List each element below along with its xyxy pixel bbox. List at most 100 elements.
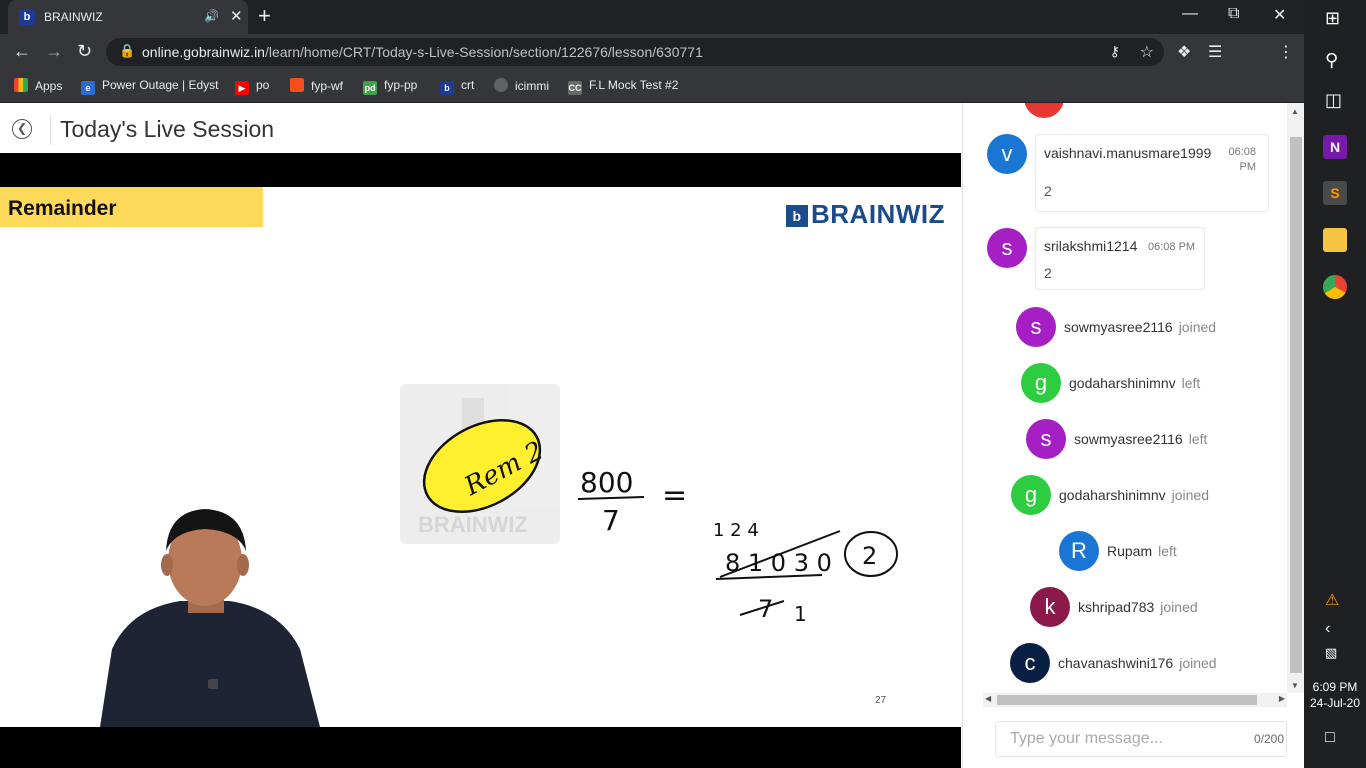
bookmark-fyp-pp[interactable]: pd fyp-pp [363, 78, 417, 95]
scroll-left-icon[interactable]: ◀ [985, 694, 991, 703]
chat-panel: v vaishnavi.manusmare1999 06:08 PM 2 s s… [962, 103, 1304, 768]
browser-tab[interactable]: b BRAINWIZ 🔊 ✕ [8, 0, 248, 34]
bookmark-icimmi[interactable]: icimmi [494, 78, 549, 93]
page-content: ❮ Today's Live Session Remainder b BRAINW… [0, 103, 1304, 768]
avatar: c [1010, 643, 1050, 683]
figma-icon [290, 78, 304, 92]
message-input[interactable] [1010, 730, 1230, 748]
tab-close-icon[interactable]: ✕ [230, 7, 243, 25]
brainwiz-favicon-icon: b [19, 9, 35, 25]
header-divider [50, 115, 51, 145]
cc-icon: CC [568, 81, 582, 95]
avatar: s [1016, 307, 1056, 347]
brainwiz-icon: b [440, 81, 454, 95]
action-center-icon[interactable]: □ [1325, 729, 1335, 747]
restore-icon[interactable]: ⧉ [1228, 5, 1239, 23]
bookmark-star-icon[interactable]: ☆ [1140, 42, 1154, 62]
page-title: Today's Live Session [60, 116, 275, 142]
bookmarks-bar: Apps e Power Outage | Edyst ▶ po fyp-wf pd… [0, 70, 1304, 103]
char-counter: 0/200 [1253, 732, 1284, 746]
key-icon[interactable]: ⚷ [1110, 43, 1120, 60]
chat-horizontal-scrollbar[interactable]: ◀ ▶ [983, 693, 1287, 707]
apps-grid-icon [14, 78, 28, 92]
url-text: online.gobrainwiz.in/learn/home/CRT/Toda… [142, 44, 703, 60]
message-username: vaishnavi.manusmare1999 [1044, 145, 1212, 161]
avatar: R [1059, 531, 1099, 571]
bookmark-po[interactable]: ▶ po [235, 78, 269, 95]
pd-icon: pd [363, 81, 377, 95]
message-username: srilakshmi1214 [1044, 238, 1138, 254]
task-view-icon[interactable]: ◫ [1325, 90, 1342, 111]
battery-wifi-icon[interactable]: ▧ [1325, 645, 1337, 661]
reduced-number: 8 1 0 3 0 [725, 549, 832, 577]
fraction-denominator: 7 [602, 504, 620, 537]
address-bar[interactable]: 🔒 online.gobrainwiz.in/learn/home/CRT/To… [106, 38, 1164, 66]
edge-icon: e [81, 81, 95, 95]
extensions-puzzle-icon[interactable]: ❖ [1177, 42, 1191, 62]
clock-time: 6:09 PM [1312, 680, 1358, 694]
tab-title: BRAINWIZ [44, 10, 103, 24]
audio-playing-icon[interactable]: 🔊 [204, 9, 219, 23]
slide-page-number: 27 [875, 695, 887, 706]
message-text: 2 [1044, 183, 1052, 199]
browser-toolbar: ← → ↻ 🔒 online.gobrainwiz.in/learn/home/… [0, 34, 1304, 96]
globe-icon [494, 78, 508, 92]
bookmark-crt[interactable]: b crt [440, 78, 474, 95]
lecture-slide: Remainder b BRAINWIZ BRAINWIZ Rem 2 800 7… [0, 187, 961, 727]
windows-taskbar: ⊞ ⚲ ◫ N S ⚠ ‹ ▧ 6:09 PM 24-Jul-20 □ [1304, 0, 1366, 768]
fraction-numerator: 800 [580, 466, 633, 499]
message-time: 06:08 PM [1148, 241, 1196, 253]
chat-vertical-scrollbar[interactable]: ▲ ▼ [1287, 103, 1304, 693]
back-arrow-icon[interactable]: ← [13, 41, 31, 62]
page-header: ❮ Today's Live Session [0, 103, 961, 153]
avatar: s [1026, 419, 1066, 459]
menu-kebab-icon[interactable]: ⋮ [1278, 42, 1294, 62]
chrome-icon[interactable] [1323, 275, 1347, 299]
window-close-icon[interactable]: ✕ [1273, 5, 1286, 25]
youtube-icon: ▶ [235, 81, 249, 95]
lock-icon[interactable]: 🔒 [119, 43, 135, 59]
answer-digit: 2 [862, 542, 877, 570]
reload-icon[interactable]: ↻ [77, 41, 92, 62]
chat-message: vaishnavi.manusmare1999 06:08 PM 2 [1035, 134, 1269, 212]
avatar: k [1030, 587, 1070, 627]
equals-sign: = [662, 478, 687, 513]
video-player[interactable]: Remainder b BRAINWIZ BRAINWIZ Rem 2 800 7… [0, 153, 961, 768]
scroll-thumb[interactable] [997, 695, 1257, 705]
message-compose: 0/200 [995, 721, 1287, 757]
bookmark-fyp-wf[interactable]: fyp-wf [290, 78, 343, 93]
message-text: 2 [1044, 265, 1052, 281]
tab-strip: b BRAINWIZ 🔊 ✕ + — ⧉ ✕ [0, 0, 1304, 34]
bookmark-apps[interactable]: Apps [14, 78, 62, 93]
avatar [1024, 103, 1064, 118]
search-icon[interactable]: ⚲ [1325, 50, 1338, 71]
scroll-up-icon[interactable]: ▲ [1291, 107, 1299, 116]
media-queue-icon[interactable]: ☰ [1208, 42, 1222, 62]
new-tab-icon[interactable]: + [258, 3, 271, 29]
carry-marks: 1 2 4 [713, 520, 759, 541]
chat-message: srilakshmi1214 06:08 PM 2 [1035, 227, 1205, 290]
avatar: g [1021, 363, 1061, 403]
windows-start-icon[interactable]: ⊞ [1325, 8, 1340, 29]
bookmark-fl-mock[interactable]: CC F.L Mock Test #2 [568, 78, 678, 95]
instructor-video-feed [100, 509, 320, 727]
avatar: v [987, 134, 1027, 174]
avatar: s [987, 228, 1027, 268]
taskbar-clock[interactable]: 6:09 PM 24-Jul-20 [1304, 679, 1366, 711]
quotient-digit: 1 [794, 602, 807, 626]
avatar: g [1011, 475, 1051, 515]
forward-arrow-icon[interactable]: → [45, 41, 63, 62]
notification-warning-icon[interactable]: ⚠ [1325, 590, 1339, 610]
scroll-right-icon[interactable]: ▶ [1279, 694, 1285, 703]
scroll-thumb[interactable] [1290, 137, 1302, 673]
bookmark-power-outage[interactable]: e Power Outage | Edyst [81, 78, 219, 95]
onenote-icon[interactable]: N [1323, 135, 1347, 159]
tray-chevron-icon[interactable]: ‹ [1325, 620, 1330, 638]
chat-message-list[interactable]: v vaishnavi.manusmare1999 06:08 PM 2 s s… [963, 103, 1287, 693]
back-button[interactable]: ❮ [12, 119, 32, 139]
sublime-icon[interactable]: S [1323, 181, 1347, 205]
scroll-down-icon[interactable]: ▼ [1291, 681, 1299, 690]
message-time: 06:08 PM [1228, 146, 1256, 173]
minimize-icon[interactable]: — [1182, 5, 1198, 23]
file-explorer-icon[interactable] [1323, 228, 1347, 252]
